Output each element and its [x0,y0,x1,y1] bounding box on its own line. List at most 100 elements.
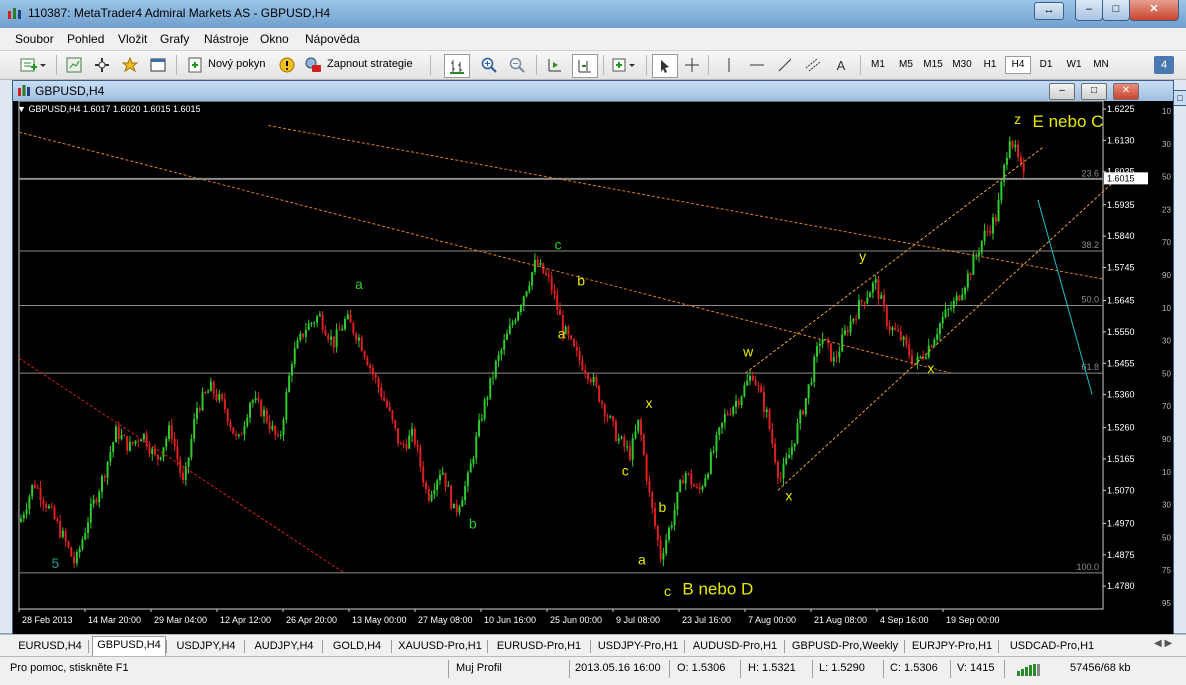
trendline[interactable] [268,125,1104,280]
status-profile[interactable]: Muj Profil [456,662,502,674]
candle-body [156,454,159,460]
navigator-icon[interactable] [91,54,113,76]
close-button[interactable]: ✕ [1129,0,1179,21]
wave-label[interactable]: b [577,273,585,289]
chart-tab[interactable]: AUDUSD-Pro,H1 [688,638,782,655]
trendline[interactable] [18,357,345,574]
indicators-icon[interactable] [610,54,638,76]
candle-body [67,541,70,548]
wave-label[interactable]: x [927,360,934,376]
text-tool-icon[interactable]: A [830,54,852,76]
timeframe-m1[interactable]: M1 [866,56,890,74]
wave-label[interactable]: c [554,236,561,252]
wave-label[interactable]: x [785,487,792,503]
trendline[interactable] [777,171,1126,491]
price-chart[interactable]: 23.638.250.061.8100.05abcbaxcbac B nebo D… [13,101,1173,634]
wave-label[interactable]: a [558,325,566,341]
chart-tab[interactable]: AUDJPY,H4 [248,638,320,655]
menu-help[interactable]: Nápověda [305,32,360,46]
wave-label[interactable]: E nebo C [1033,112,1104,131]
new-order-button[interactable]: Nový pokyn [208,58,265,70]
timeframe-w1[interactable]: W1 [1062,56,1086,74]
chart-shift-icon[interactable] [572,54,598,78]
trendline[interactable] [18,131,952,374]
timeframe-m30[interactable]: M30 [950,56,974,74]
timeframe-m5[interactable]: M5 [894,56,918,74]
chart-tab[interactable]: USDJPY-Pro,H1 [594,638,682,655]
crosshair-icon[interactable] [681,54,703,76]
menu-view[interactable]: Pohled [67,32,104,46]
candle-body [924,357,927,359]
timeframe-mn[interactable]: MN [1089,56,1113,74]
menu-insert[interactable]: Vložit [118,32,147,46]
chart-area[interactable]: 23.6 38.2 50.0 61.8 100.0 5 a b c b a x c b a c B nebo D… [13,101,1173,634]
chart-maximize-button[interactable]: □ [1081,83,1107,100]
timeframe-h4[interactable]: H4 [1005,56,1031,74]
vertical-line-icon[interactable] [718,54,740,76]
bar-chart-icon[interactable] [444,54,470,78]
right-badge-icon[interactable]: 4 [1154,56,1174,74]
chart-tab[interactable]: USDJPY,H4 [170,638,242,655]
menu-file[interactable]: Soubor [15,32,54,46]
chart-minimize-button[interactable]: – [1049,83,1075,100]
menu-window[interactable]: Okno [260,32,289,46]
candle-body [964,287,967,295]
new-chart-icon[interactable] [18,54,48,76]
auto-trading-icon[interactable] [302,54,324,76]
auto-scroll-icon[interactable] [544,54,566,76]
cursor-icon[interactable] [652,54,678,78]
mdi-restore-button[interactable]: □ [1173,90,1186,106]
chart-tab[interactable]: USDCAD-Pro,H1 [1002,638,1102,655]
wave-label[interactable]: c [664,583,671,599]
restore-arrows-icon[interactable]: ↔ [1034,2,1064,20]
new-order-icon[interactable] [184,54,206,76]
wave-label[interactable]: b [659,499,667,515]
wave-label[interactable]: x [646,395,653,411]
chart-tab[interactable]: EURUSD-Pro,H1 [490,638,588,655]
right-axis-fragment: 50 [1162,173,1171,182]
wave-label[interactable]: b [469,515,477,531]
wave-label[interactable]: a [638,552,646,568]
market-watch-icon[interactable] [63,54,85,76]
connection-status-icon[interactable] [1016,663,1042,677]
chart-window[interactable]: GBPUSD,H4 – □ ✕ 23.6 38.2 50.0 61.8 100.0 5 a b… [12,80,1174,635]
candle-body [243,426,246,435]
chart-tab[interactable]: GBPUSD,H4 [92,636,166,656]
chart-window-titlebar[interactable]: GBPUSD,H4 – □ ✕ [13,81,1173,101]
channel-icon[interactable] [802,54,824,76]
zoom-out-icon[interactable] [506,54,528,76]
tab-scroll-arrows-icon[interactable]: ◀ ▶ [1154,638,1172,649]
candle-body [64,530,67,542]
auto-trading-button[interactable]: Zapnout strategie [327,58,413,70]
menu-tools[interactable]: Nástroje [204,32,249,46]
wave-label[interactable]: 5 [52,555,60,571]
trendline-icon[interactable] [774,54,796,76]
wave-label[interactable]: B nebo D [682,579,753,598]
warning-icon[interactable] [276,54,298,76]
candle-body [536,260,539,266]
wave-label[interactable]: z [1014,111,1021,127]
wave-label[interactable]: w [742,344,754,360]
chart-tab[interactable]: GOLD,H4 [325,638,389,655]
timeframe-m15[interactable]: M15 [921,56,945,74]
horizontal-line-icon[interactable] [746,54,768,76]
chart-tab[interactable]: EURUSD,H4 [14,638,86,655]
chart-close-button[interactable]: ✕ [1113,83,1139,100]
chart-tab[interactable]: EURJPY-Pro,H1 [908,638,996,655]
timeframe-h1[interactable]: H1 [978,56,1002,74]
chart-tab[interactable]: XAUUSD-Pro,H1 [395,638,485,655]
timeframe-d1[interactable]: D1 [1034,56,1058,74]
chart-tab[interactable]: GBPUSD-Pro,Weekly [788,638,902,655]
fib-level-label: 50.0 [1081,294,1099,304]
title-bar[interactable]: 110387: MetaTrader4 Admiral Markets AS -… [0,0,1186,28]
terminal-icon[interactable] [147,54,169,76]
zoom-in-icon[interactable] [478,54,500,76]
wave-label[interactable]: y [859,248,866,264]
wave-label[interactable]: c [622,463,629,479]
favorites-icon[interactable] [119,54,141,76]
wave-label[interactable]: a [355,276,363,292]
minimize-button[interactable]: – [1075,0,1103,21]
menu-charts[interactable]: Grafy [160,32,189,46]
candle-body [891,327,894,331]
maximize-button[interactable]: □ [1102,0,1130,21]
